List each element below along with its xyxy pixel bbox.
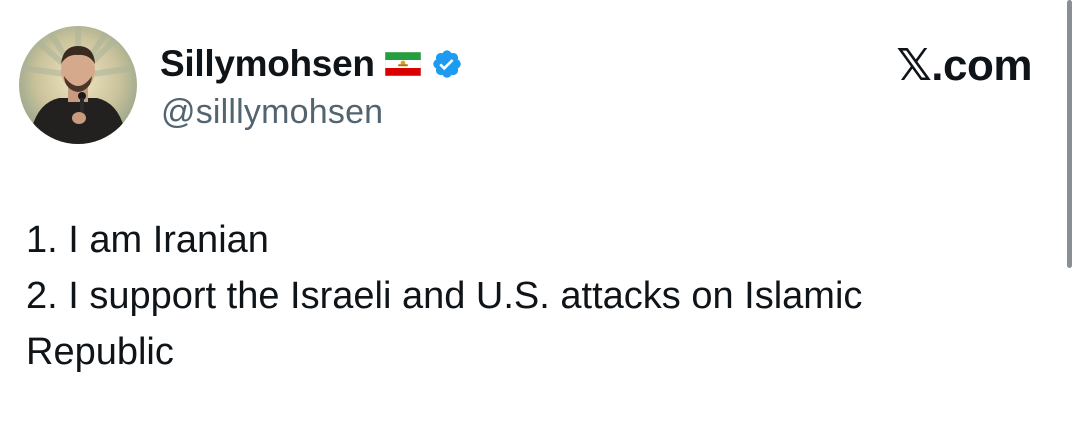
tweet-line: 2. I support the Israeli and U.S. attack… (26, 275, 863, 317)
display-name-row: Sillymohsen (160, 42, 463, 86)
x-com-logo: 𝕏 .com (896, 40, 1032, 91)
iran-flag-icon (384, 52, 421, 76)
tweet-line: Republic (26, 331, 174, 373)
x-logo-icon: 𝕏 (896, 40, 932, 91)
domain-suffix: .com (931, 41, 1032, 90)
tweet-card: Sillymohsen @silllymohsen 𝕏 .com 1. I am… (0, 0, 1080, 431)
user-handle[interactable]: @silllymohsen (161, 93, 383, 132)
display-name[interactable]: Sillymohsen (160, 43, 375, 85)
verified-badge-icon[interactable] (431, 48, 463, 80)
tweet-text: 1. I am Iranian 2. I support the Israeli… (26, 212, 1016, 380)
avatar[interactable] (19, 26, 137, 144)
avatar-image (19, 26, 137, 144)
scrollbar[interactable] (1067, 0, 1072, 268)
tweet-line: 1. I am Iranian (26, 219, 269, 261)
